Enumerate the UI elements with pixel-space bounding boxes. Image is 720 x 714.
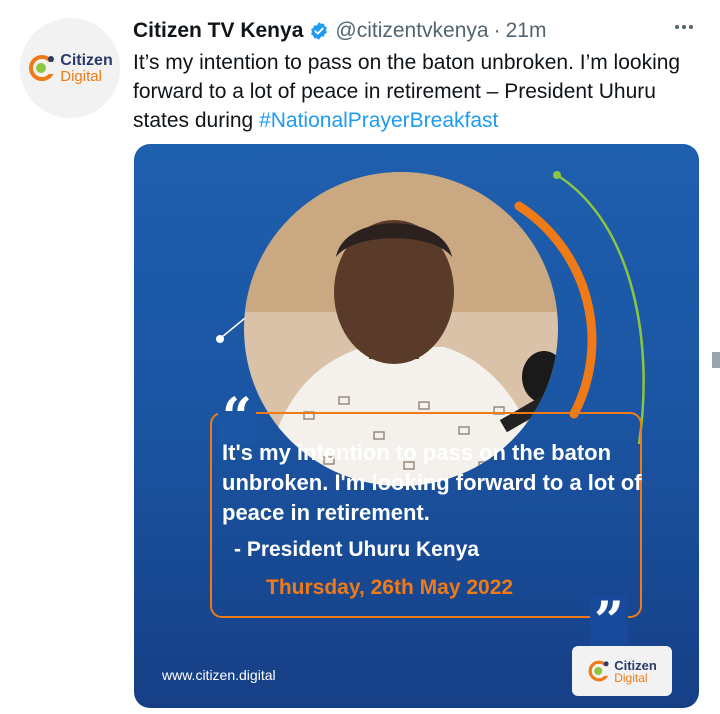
timestamp[interactable]: 21m xyxy=(506,19,547,43)
close-quote-mark: ” xyxy=(590,596,628,648)
verified-badge-icon xyxy=(311,22,328,40)
scrollbar-indicator[interactable] xyxy=(712,352,720,368)
display-name[interactable]: Citizen TV Kenya xyxy=(133,19,303,43)
open-quote-mark: “ xyxy=(218,392,256,444)
avatar-logo-line1: Citizen xyxy=(60,51,113,69)
citizen-logo-icon xyxy=(588,660,612,682)
tweet-media-image[interactable]: “ It's my intention to pass on the baton… xyxy=(134,144,699,708)
profile-avatar[interactable]: Citizen Digital xyxy=(20,18,120,118)
tweet-text: It’s my intention to pass on the baton u… xyxy=(133,48,703,135)
citizen-logo-icon xyxy=(29,55,58,81)
card-citizen-digital-logo: Citizen Digital xyxy=(572,646,672,696)
tweet-header: Citizen TV Kenya @citizentvkenya · 21m xyxy=(133,15,546,47)
more-options-icon[interactable] xyxy=(670,16,698,38)
avatar-logo-line2: Digital xyxy=(60,67,102,85)
card-logo-line1: Citizen xyxy=(614,657,657,673)
citizen-digital-logo: Citizen Digital xyxy=(27,51,113,85)
quote-text: It's my intention to pass on the baton u… xyxy=(222,440,642,525)
handle[interactable]: @citizentvkenya xyxy=(335,19,488,43)
separator-dot: · xyxy=(493,19,501,42)
quote-attribution: - President Uhuru Kenya xyxy=(234,538,480,561)
card-logo-line2: Digital xyxy=(614,670,648,685)
site-url: www.citizen.digital xyxy=(162,667,276,683)
quote-date: Thursday, 26th May 2022 xyxy=(266,576,514,599)
hashtag-link[interactable]: #NationalPrayerBreakfast xyxy=(259,109,498,132)
